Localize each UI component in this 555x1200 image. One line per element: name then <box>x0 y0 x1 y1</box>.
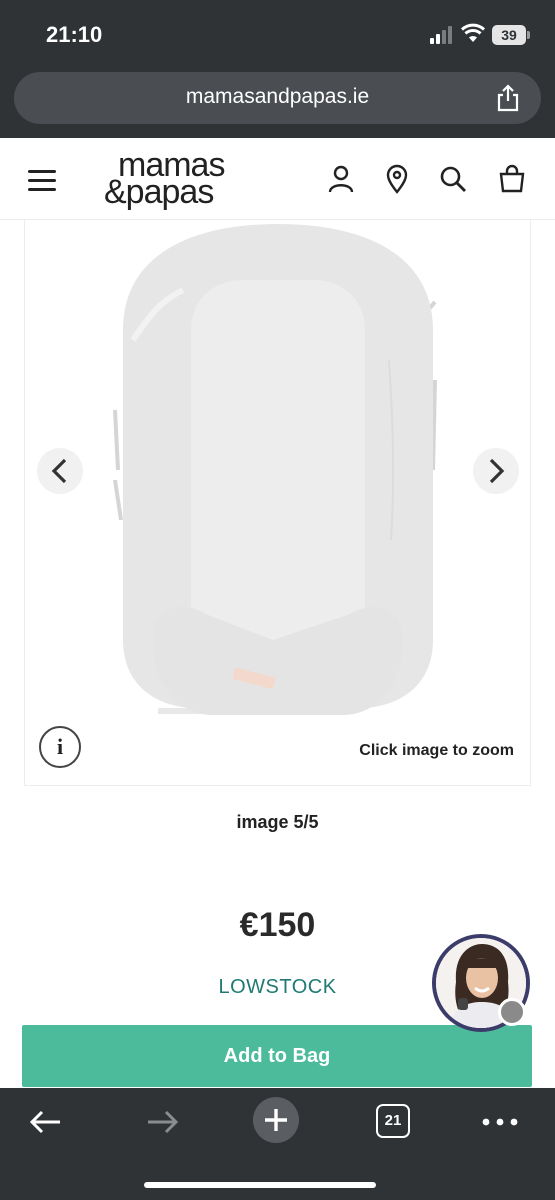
back-arrow-icon[interactable] <box>26 1102 66 1142</box>
status-bar: 21:10 39 <box>0 0 555 70</box>
wifi-icon <box>460 23 486 42</box>
store-locator-icon[interactable] <box>382 164 412 194</box>
product-image-gallery[interactable]: i Click image to zoom <box>24 220 531 786</box>
battery-icon: 39 <box>492 25 526 45</box>
search-icon[interactable] <box>438 164 468 194</box>
new-tab-icon[interactable] <box>252 1096 300 1144</box>
forward-arrow-icon[interactable] <box>142 1102 182 1142</box>
prev-image-button[interactable] <box>37 448 83 494</box>
bag-icon[interactable] <box>497 164 527 194</box>
logo-line2: &papas <box>104 173 214 211</box>
share-icon[interactable] <box>495 84 521 112</box>
address-bar[interactable]: mamasandpapas.ie <box>14 72 541 124</box>
site-logo[interactable]: mamas &papas <box>104 148 254 210</box>
site-header: mamas &papas <box>0 138 555 220</box>
info-button[interactable]: i <box>39 726 81 768</box>
next-image-button[interactable] <box>473 448 519 494</box>
signal-icon <box>430 26 456 44</box>
status-time: 21:10 <box>46 22 103 47</box>
product-image[interactable] <box>113 220 443 720</box>
chevron-right-icon <box>489 458 505 484</box>
account-icon[interactable] <box>326 164 356 194</box>
more-menu-icon[interactable] <box>480 1102 520 1142</box>
zoom-hint[interactable]: Click image to zoom <box>355 740 518 762</box>
chat-status-dot <box>498 998 526 1026</box>
home-indicator <box>144 1182 376 1188</box>
menu-icon[interactable] <box>28 170 56 192</box>
chevron-left-icon <box>51 458 67 484</box>
battery-tip <box>527 31 530 39</box>
url-text[interactable]: mamasandpapas.ie <box>14 85 541 109</box>
add-to-bag-button[interactable]: Add to Bag <box>22 1025 532 1087</box>
tabs-button[interactable]: 21 <box>376 1104 410 1138</box>
image-counter: image 5/5 <box>236 812 319 832</box>
